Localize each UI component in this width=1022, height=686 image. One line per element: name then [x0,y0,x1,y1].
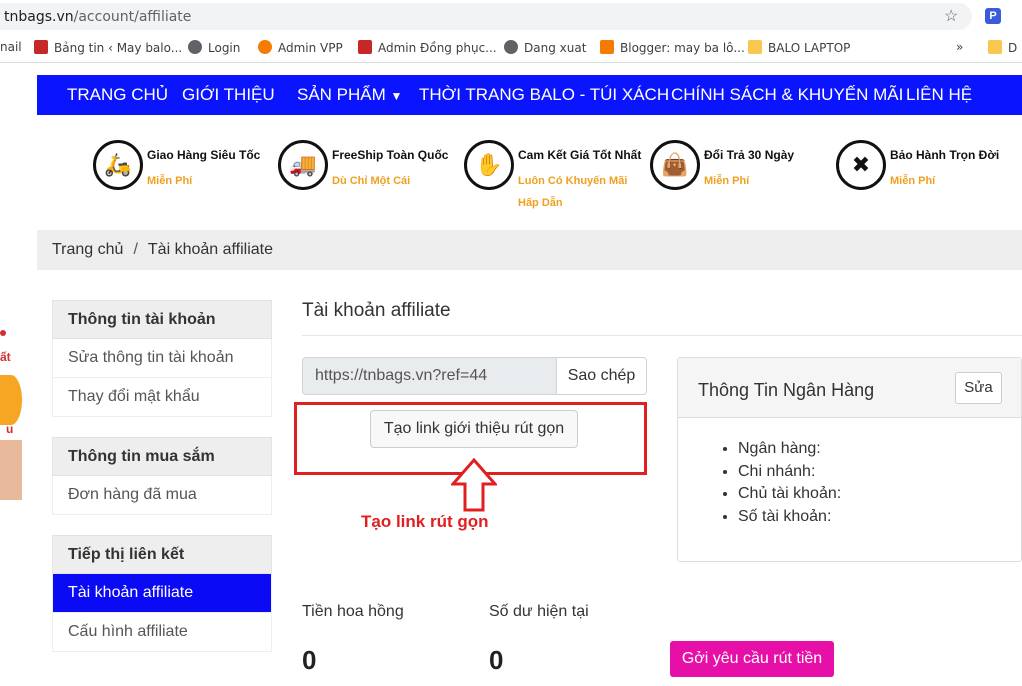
url-field[interactable]: tnbags.vn/account/affiliate [0,3,972,30]
sidebar-item-edit-profile[interactable]: Sửa thông tin tài khoản [52,339,272,378]
commission-value: 0 [302,645,317,675]
withdraw-request-button[interactable]: Gởi yêu cầu rút tiền [670,641,834,677]
feature-subtitle: Dù Chỉ Một Cái [332,175,411,187]
bookmarks-overflow[interactable]: » [956,40,963,54]
bookmark-admin-vpp[interactable]: Admin VPP [258,40,343,55]
bookmark-mail[interactable]: nail [0,40,22,54]
site-favicon-icon [34,40,48,54]
account-sidebar: Thông tin tài khoản Sửa thông tin tài kh… [52,300,272,652]
feature-title: Giao Hàng Siêu Tốc [147,148,261,162]
nav-fashion[interactable]: THỜI TRANG BALO - TÚI XÁCH [419,85,669,105]
create-short-link-button[interactable]: Tạo link giới thiệu rút gọn [370,410,578,448]
referral-link-field[interactable]: https://tnbags.vn?ref=44 [302,357,557,395]
blogger-icon [600,40,614,54]
site-favicon-icon [358,40,372,54]
feature-title: Cam Kết Giá Tốt Nhất [518,148,642,162]
sidebar-item-change-password[interactable]: Thay đổi mật khẩu [52,378,272,417]
bank-info-panel: Thông Tin Ngân Hàng Sửa Ngân hàng: Chi n… [677,357,1022,562]
breadcrumb: Trang chủ / Tài khoản affiliate [37,230,1022,270]
bank-field-bank: Ngân hàng: [738,438,841,461]
nav-products[interactable]: SẢN PHẨM ▼ [297,85,402,105]
edit-bank-button[interactable]: Sửa [955,372,1002,404]
balance-label: Số dư hiện tại [489,603,589,620]
bookmark-balo-laptop[interactable]: BALO LAPTOP [748,40,850,55]
sidebar-group-affiliate: Tiếp thị liên kết [52,535,272,574]
globe-icon [188,40,202,54]
bookmark-bang-tin[interactable]: Bảng tin ‹ May balo... [34,40,182,55]
bookmark-dang-xuat[interactable]: Dang xuat [504,40,586,55]
bookmark-folder-extra[interactable]: D [988,40,1017,55]
url-text: tnbags.vn/account/affiliate [4,9,192,25]
promo-text: ất [0,350,11,364]
bank-field-holder: Chủ tài khoản: [738,483,841,506]
folder-icon [988,40,1002,54]
sidebar-item-affiliate-config[interactable]: Cấu hình affiliate [52,613,272,652]
bank-field-number: Số tài khoản: [738,506,841,529]
bank-field-list: Ngân hàng: Chi nhánh: Chủ tài khoản: Số … [738,438,841,528]
price-hand-icon: ✋ [464,140,514,190]
site-favicon-icon [258,40,272,54]
balance-value: 0 [489,645,504,675]
breadcrumb-separator: / [133,241,138,258]
main-navigation: TRANG CHỦ GIỚI THIỆU SẢN PHẨM ▼ THỜI TRA… [37,75,1022,115]
nav-home[interactable]: TRANG CHỦ [67,85,168,105]
feature-subtitle: Miễn Phí [890,175,936,187]
sidebar-item-orders[interactable]: Đơn hàng đã mua [52,476,272,515]
browser-address-bar: tnbags.vn/account/affiliate ☆ P [0,0,1022,33]
delivery-truck-icon: 🚚 [278,140,328,190]
arrow-up-icon [451,458,497,512]
bookmark-star-icon[interactable]: ☆ [944,6,958,26]
chevron-down-icon: ▼ [390,89,403,103]
feature-subtitle: Luôn Có Khuyến Mãi Hấp Dẫn [518,175,628,209]
folder-icon [748,40,762,54]
sidebar-group-shopping: Thông tin mua sắm [52,437,272,476]
bank-field-branch: Chi nhánh: [738,461,841,484]
bookmark-login[interactable]: Login [188,40,240,55]
nav-policy[interactable]: CHÍNH SÁCH & KHUYẾN MÃI [671,85,903,105]
feature-title: FreeShip Toàn Quốc [332,148,449,162]
nav-contact[interactable]: LIÊN HỆ [906,85,972,105]
left-promo-banner[interactable]: ất u [0,330,22,500]
commission-label: Tiền hoa hồng [302,603,404,620]
globe-icon [504,40,518,54]
tools-icon: ✖ [836,140,886,190]
delivery-scooter-icon: 🛵 [93,140,143,190]
page-title: Tài khoản affiliate [302,300,451,321]
feature-subtitle: Miễn Phí [704,175,750,187]
copy-button[interactable]: Sao chép [556,357,647,395]
sidebar-item-affiliate-account[interactable]: Tài khoản affiliate [52,574,272,613]
bookmark-admin-dong-phuc[interactable]: Admin Đồng phục... [358,40,497,55]
feature-title: Bảo Hành Trọn Đời [890,148,1000,162]
bookmarks-bar: nail Bảng tin ‹ May balo... Login Admin … [0,33,1022,63]
promo-text: u [6,422,14,436]
breadcrumb-home[interactable]: Trang chủ [52,241,123,258]
sidebar-group-account: Thông tin tài khoản [52,300,272,339]
feature-title: Đổi Trả 30 Ngày [704,148,795,162]
bookmark-blogger[interactable]: Blogger: may ba lô... [600,40,745,55]
extension-icon[interactable]: P [985,8,1001,24]
bank-panel-header: Thông Tin Ngân Hàng Sửa [678,358,1021,418]
breadcrumb-current: Tài khoản affiliate [147,241,274,258]
bank-panel-title: Thông Tin Ngân Hàng [698,380,875,400]
shopping-bag-icon: 👜 [650,140,700,190]
feature-subtitle: Miễn Phí [147,175,193,187]
annotation-label: Tạo link rút gọn [361,512,489,531]
divider [302,335,1022,336]
nav-about[interactable]: GIỚI THIỆU [182,85,275,105]
